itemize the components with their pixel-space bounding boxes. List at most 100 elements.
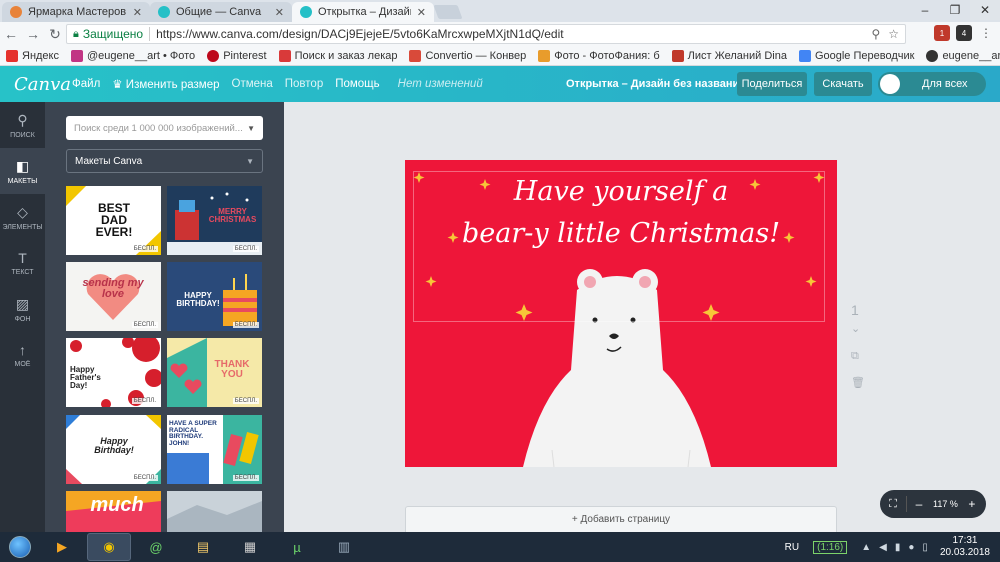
browser-tab-active[interactable]: Открытка – Дизайн без ✕	[292, 2, 434, 22]
card-headline-line2[interactable]: bear-y little Christmas!	[405, 218, 837, 249]
bookmark-item[interactable]: eugene__art | WEBST	[926, 49, 1000, 62]
tray-app-icon[interactable]: ●	[908, 542, 914, 553]
add-page-button[interactable]: + Добавить страницу	[405, 506, 837, 532]
close-icon[interactable]: ✕	[417, 6, 426, 19]
maximize-icon[interactable]: ❐	[940, 0, 970, 20]
template-thumbnail[interactable]: MERRY CHRISTMAS БЕСПЛ.	[167, 186, 262, 255]
battery-icon[interactable]: ▯	[922, 542, 928, 553]
download-button[interactable]: Скачать	[814, 72, 872, 96]
template-text: BEST DAD EVER!	[95, 201, 133, 239]
redo-button[interactable]: Повтор	[285, 78, 323, 90]
crown-icon: ♛	[112, 79, 126, 91]
forward-icon[interactable]: →	[22, 23, 44, 45]
template-text: Happy Birthday!	[94, 436, 134, 455]
new-tab-button[interactable]	[433, 5, 463, 19]
abp-extension-icon[interactable]: 1	[934, 25, 950, 41]
taskbar-app[interactable]: ▶	[40, 533, 84, 561]
bookmark-item[interactable]: Convertio — Конвер	[409, 49, 526, 62]
image-search-input[interactable]: Поиск среди 1 000 000 изображений... ▼	[66, 116, 263, 140]
taskbar-app[interactable]: ▦	[228, 533, 272, 561]
back-icon[interactable]: ←	[0, 23, 22, 45]
network-icon[interactable]: ▮	[895, 542, 901, 553]
clock[interactable]: 17:31 20.03.2018	[940, 535, 990, 559]
browser-tab[interactable]: Ярмарка Мастеров – ру ✕	[2, 2, 150, 22]
start-button[interactable]	[0, 532, 40, 562]
windows-logo-icon	[9, 536, 31, 558]
menu-dots-icon[interactable]: ⋮	[978, 25, 994, 41]
extension-icons: 1 4 ⋮	[934, 25, 994, 41]
template-thumbnail[interactable]: HAVE A SUPER RADICAL BIRTHDAY. JOHN! БЕС…	[167, 415, 262, 484]
browser-tab[interactable]: Общие — Canva ✕	[150, 2, 292, 22]
chevron-down-icon[interactable]: ▼	[247, 124, 255, 133]
zoom-in-button[interactable]: +	[964, 497, 980, 511]
close-icon[interactable]: ✕	[133, 6, 142, 19]
help-menu[interactable]: Помощь	[335, 78, 379, 90]
extension-icon[interactable]: 4	[956, 25, 972, 41]
template-thumbnail[interactable]: much	[66, 491, 161, 532]
template-thumbnail[interactable]: BEST DAD EVER! БЕСПЛ.	[66, 186, 161, 255]
rail-item-uploads[interactable]: ↑ МОЁ	[0, 332, 45, 378]
zoom-search-icon[interactable]: ⚲	[871, 27, 880, 41]
close-icon[interactable]: ✕	[275, 6, 284, 19]
taskbar-app[interactable]: ◉	[87, 533, 131, 561]
bookmark-favicon-icon	[671, 49, 684, 62]
rail-item-text[interactable]: T ТЕКСТ	[0, 240, 45, 286]
rail-item-layouts[interactable]: ◧ МАКЕТЫ	[0, 148, 45, 194]
rail-item-elements[interactable]: ◇ ЭЛЕМЕНТЫ	[0, 194, 45, 240]
resize-menu[interactable]: ♛ Изменить размер	[112, 77, 219, 91]
undo-button[interactable]: Отмена	[232, 78, 273, 90]
volume-icon[interactable]: ◀	[879, 542, 887, 553]
minimize-icon[interactable]: –	[910, 0, 940, 20]
bookmark-label: Pinterest	[223, 49, 267, 62]
clock-time: 17:31	[952, 535, 978, 546]
bookmark-item[interactable]: Google Переводчик	[798, 49, 914, 62]
tray-expand-icon[interactable]: ▲	[861, 542, 871, 553]
bookmark-item[interactable]: Поиск и заказ лекар	[278, 49, 397, 62]
rail-item-search[interactable]: ⚲ ПОИСК	[0, 102, 45, 148]
url-input[interactable]: 🔒︎ Защищено https://www.canva.com/design…	[66, 24, 906, 44]
taskbar-app[interactable]: ▤	[181, 533, 225, 561]
chevron-down-icon[interactable]: ⌄	[851, 322, 860, 335]
card-headline-line1[interactable]: Have yourself a	[405, 176, 837, 207]
bookmark-item[interactable]: Фото - ФотоФания: б	[538, 49, 660, 62]
bookmark-item[interactable]: Яндекс	[6, 49, 59, 62]
delete-page-icon[interactable]: 🗑︎	[851, 376, 865, 389]
bookmark-star-icon[interactable]: ☆	[888, 27, 899, 41]
template-thumbnail[interactable]	[167, 491, 262, 532]
canva-logo[interactable]: Canva	[14, 74, 72, 95]
favicon-icon	[300, 6, 312, 18]
visibility-toggle[interactable]: Для всех	[878, 72, 986, 96]
present-icon[interactable]: ⛶	[880, 498, 906, 511]
bookmark-favicon-icon	[538, 49, 551, 62]
layouts-dropdown[interactable]: Макеты Canva ▼	[66, 149, 263, 173]
bookmark-item[interactable]: Pinterest	[207, 49, 267, 62]
clock-date: 20.03.2018	[939, 547, 990, 558]
document-title[interactable]: Открытка – Дизайн без названия	[566, 78, 746, 90]
bookmark-item[interactable]: @eugene__art • Фото	[71, 49, 195, 62]
rail-item-background[interactable]: ▨ ФОН	[0, 286, 45, 332]
window-close-icon[interactable]: ✕	[970, 0, 1000, 20]
template-thumbnail[interactable]: HAPPY BIRTHDAY! БЕСПЛ.	[167, 262, 262, 331]
layouts-dropdown-label: Макеты Canva	[75, 155, 143, 167]
utorrent-icon: µ	[293, 539, 301, 555]
battery-indicator[interactable]: (1:16)	[813, 540, 848, 554]
file-menu[interactable]: Файл	[72, 78, 100, 90]
taskbar-app[interactable]: µ	[275, 533, 319, 561]
design-canvas[interactable]: Have yourself a bear-y little Christmas!	[405, 160, 837, 467]
language-indicator[interactable]: RU	[785, 542, 799, 553]
favicon-icon	[10, 6, 22, 18]
zoom-out-button[interactable]: –	[911, 497, 927, 511]
rail-label: ТЕКСТ	[11, 269, 34, 276]
bookmark-item[interactable]: Лист Желаний Dina	[671, 49, 787, 62]
reload-icon[interactable]: ↻	[44, 23, 66, 45]
browser-tab-strip: Ярмарка Мастеров – ру ✕ Общие — Canva ✕ …	[0, 0, 1000, 22]
free-badge: БЕСПЛ.	[131, 475, 158, 481]
template-thumbnail[interactable]: THANK YOU БЕСПЛ.	[167, 338, 262, 407]
taskbar-app[interactable]: ▥	[322, 533, 366, 561]
template-thumbnail[interactable]: Happy Birthday! БЕСПЛ.	[66, 415, 161, 484]
duplicate-page-icon[interactable]: ⧉	[851, 350, 859, 363]
share-button[interactable]: Поделиться	[737, 72, 807, 96]
template-thumbnail[interactable]: sending my love БЕСПЛ.	[66, 262, 161, 331]
taskbar-app[interactable]: @	[134, 533, 178, 561]
template-thumbnail[interactable]: Happy Father's Day! БЕСПЛ.	[66, 338, 161, 407]
